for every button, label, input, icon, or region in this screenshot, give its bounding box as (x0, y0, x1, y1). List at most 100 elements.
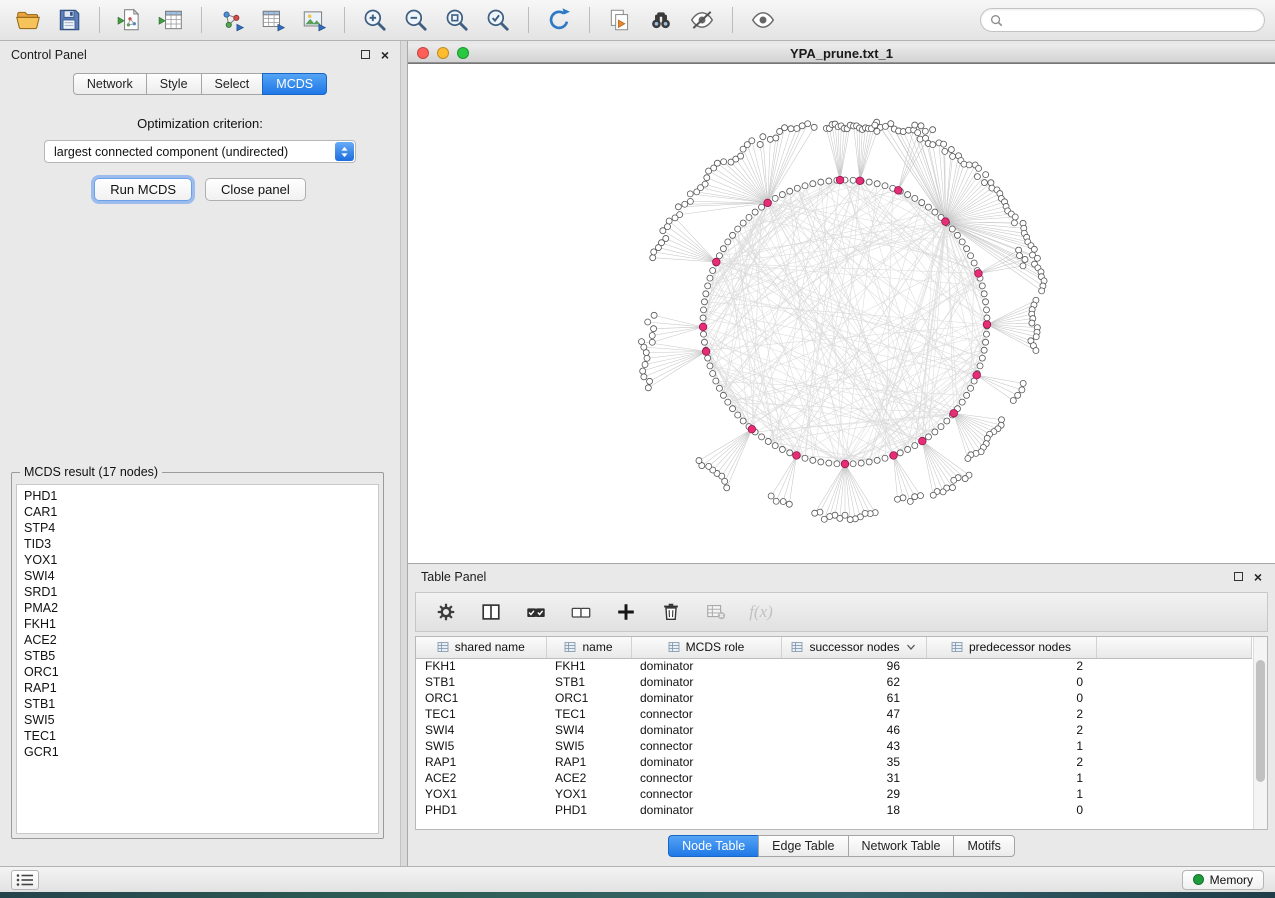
table-scrollbar[interactable] (1253, 637, 1267, 829)
cell-predecessor-nodes[interactable]: 1 (926, 770, 1096, 786)
cell-name[interactable]: FKH1 (546, 658, 631, 674)
tab-mcds[interactable]: MCDS (262, 73, 327, 95)
export-table-icon[interactable] (255, 4, 291, 36)
tab-node-table[interactable]: Node Table (668, 835, 758, 857)
zoom-fit-icon[interactable] (439, 4, 475, 36)
import-network-file-icon[interactable] (112, 4, 148, 36)
cell-mcds-role[interactable]: connector (631, 706, 781, 722)
float-table-panel-icon[interactable] (1234, 572, 1243, 581)
tab-network[interactable]: Network (73, 73, 146, 95)
cell-successor-nodes[interactable]: 43 (781, 738, 926, 754)
column-header-shared-name[interactable]: shared name (416, 637, 546, 658)
cell-mcds-role[interactable]: dominator (631, 722, 781, 738)
tab-select[interactable]: Select (201, 73, 263, 95)
cell-name[interactable]: YOX1 (546, 786, 631, 802)
cell-predecessor-nodes[interactable]: 2 (926, 722, 1096, 738)
cell-mcds-role[interactable]: dominator (631, 658, 781, 674)
clone-network-icon[interactable] (602, 4, 638, 36)
cell-successor-nodes[interactable]: 61 (781, 690, 926, 706)
cell-name[interactable]: SWI5 (546, 738, 631, 754)
task-history-button[interactable] (11, 870, 39, 890)
tab-edge-table[interactable]: Edge Table (758, 835, 847, 857)
tab-network-table[interactable]: Network Table (848, 835, 954, 857)
mcds-result-item[interactable]: TEC1 (24, 728, 371, 744)
mcds-result-item[interactable]: FKH1 (24, 616, 371, 632)
cell-successor-nodes[interactable]: 46 (781, 722, 926, 738)
refresh-layout-icon[interactable] (541, 4, 577, 36)
cell-mcds-role[interactable]: connector (631, 786, 781, 802)
table-row[interactable]: FKH1FKH1dominator962 (416, 658, 1252, 674)
table-scrollbar-thumb[interactable] (1256, 660, 1265, 782)
cell-shared-name[interactable]: RAP1 (416, 754, 546, 770)
cell-predecessor-nodes[interactable]: 0 (926, 690, 1096, 706)
table-row[interactable]: SWI5SWI5connector431 (416, 738, 1252, 754)
close-window-icon[interactable] (417, 47, 429, 59)
cell-name[interactable]: STB1 (546, 674, 631, 690)
cell-predecessor-nodes[interactable]: 2 (926, 754, 1096, 770)
export-image-icon[interactable] (296, 4, 332, 36)
close-panel-button[interactable]: Close panel (205, 178, 306, 201)
mcds-result-list[interactable]: PHD1CAR1STP4TID3YOX1SWI4SRD1PMA2FKH1ACE2… (16, 484, 379, 834)
cell-shared-name[interactable]: ORC1 (416, 690, 546, 706)
table-row[interactable]: ORC1ORC1dominator610 (416, 690, 1252, 706)
close-panel-icon[interactable]: × (381, 50, 389, 60)
table-row[interactable]: STB1STB1dominator620 (416, 674, 1252, 690)
delete-column-icon[interactable] (657, 598, 685, 626)
table-row[interactable]: PHD1PHD1dominator180 (416, 802, 1252, 818)
cell-successor-nodes[interactable]: 96 (781, 658, 926, 674)
cell-successor-nodes[interactable]: 31 (781, 770, 926, 786)
cell-shared-name[interactable]: ACE2 (416, 770, 546, 786)
cell-shared-name[interactable]: STB1 (416, 674, 546, 690)
zoom-in-icon[interactable] (357, 4, 393, 36)
import-table-file-icon[interactable] (153, 4, 189, 36)
column-header-MCDS-role[interactable]: MCDS role (631, 637, 781, 658)
close-table-panel-icon[interactable]: × (1254, 572, 1262, 582)
cell-mcds-role[interactable]: connector (631, 738, 781, 754)
cell-mcds-role[interactable]: dominator (631, 754, 781, 770)
cell-name[interactable]: PHD1 (546, 802, 631, 818)
network-view[interactable] (408, 63, 1275, 563)
mcds-result-item[interactable]: SWI4 (24, 568, 371, 584)
tab-style[interactable]: Style (146, 73, 201, 95)
table-row[interactable]: TEC1TEC1connector472 (416, 706, 1252, 722)
mcds-result-item[interactable]: ACE2 (24, 632, 371, 648)
network-graph[interactable] (408, 64, 1275, 564)
minimize-window-icon[interactable] (437, 47, 449, 59)
cell-shared-name[interactable]: SWI5 (416, 738, 546, 754)
mcds-result-item[interactable]: SRD1 (24, 584, 371, 600)
mcds-result-item[interactable]: PHD1 (24, 488, 371, 504)
cell-successor-nodes[interactable]: 35 (781, 754, 926, 770)
table-mode-icon[interactable] (432, 598, 460, 626)
mcds-result-item[interactable]: CAR1 (24, 504, 371, 520)
mcds-result-item[interactable]: STB5 (24, 648, 371, 664)
column-header-name[interactable]: name (546, 637, 631, 658)
table-row[interactable]: YOX1YOX1connector291 (416, 786, 1252, 802)
cell-mcds-role[interactable]: dominator (631, 690, 781, 706)
cell-predecessor-nodes[interactable]: 2 (926, 658, 1096, 674)
column-header-predecessor-nodes[interactable]: predecessor nodes (926, 637, 1096, 658)
mcds-result-item[interactable]: GCR1 (24, 744, 371, 760)
mcds-result-item[interactable]: TID3 (24, 536, 371, 552)
table-row[interactable]: ACE2ACE2connector311 (416, 770, 1252, 786)
open-session-icon[interactable] (10, 4, 46, 36)
cell-successor-nodes[interactable]: 18 (781, 802, 926, 818)
cell-name[interactable]: TEC1 (546, 706, 631, 722)
criterion-dropdown[interactable]: largest connected component (undirected) (44, 140, 356, 163)
cell-name[interactable]: ORC1 (546, 690, 631, 706)
export-network-icon[interactable] (214, 4, 250, 36)
search-box[interactable] (980, 8, 1265, 32)
cell-predecessor-nodes[interactable]: 1 (926, 786, 1096, 802)
cell-mcds-role[interactable]: connector (631, 770, 781, 786)
cell-shared-name[interactable]: PHD1 (416, 802, 546, 818)
table-row[interactable]: RAP1RAP1dominator352 (416, 754, 1252, 770)
cell-name[interactable]: RAP1 (546, 754, 631, 770)
mcds-result-item[interactable]: YOX1 (24, 552, 371, 568)
cell-shared-name[interactable]: FKH1 (416, 658, 546, 674)
show-panel-icon[interactable] (745, 4, 781, 36)
show-columns-icon[interactable] (477, 598, 505, 626)
float-panel-icon[interactable] (361, 50, 370, 59)
search-input[interactable] (1009, 13, 1255, 27)
mcds-result-item[interactable]: SWI5 (24, 712, 371, 728)
network-window-titlebar[interactable]: YPA_prune.txt_1 (408, 44, 1275, 63)
mcds-result-item[interactable]: STP4 (24, 520, 371, 536)
